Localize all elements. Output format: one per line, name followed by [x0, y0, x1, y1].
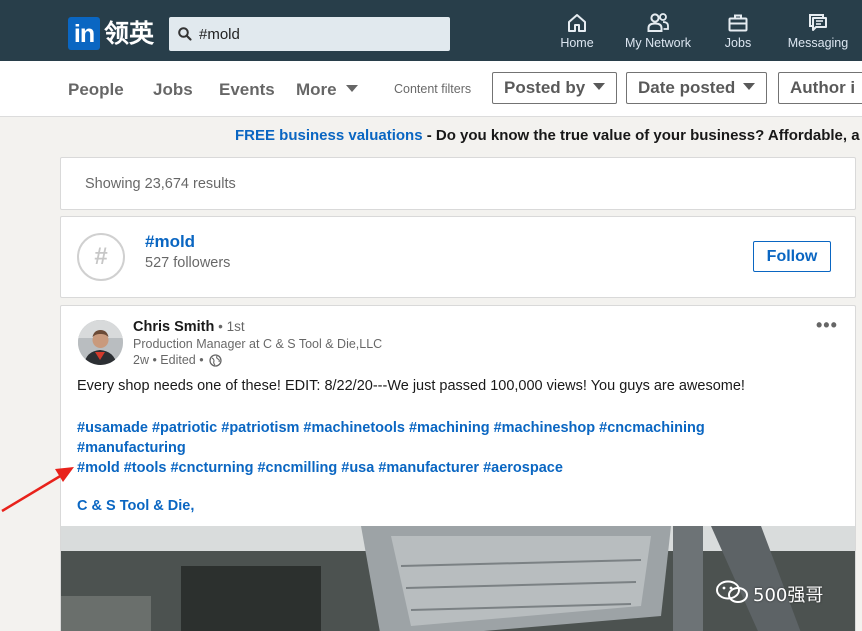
hashtag-line[interactable]: #manufacturing [77, 438, 757, 458]
ad-banner[interactable]: FREE business valuations - Do you know t… [235, 127, 860, 144]
search-icon [178, 27, 192, 41]
nav-messaging-label: Messaging [787, 36, 849, 50]
hashtag-icon: # [77, 233, 125, 281]
company-link[interactable]: C & S Tool & Die, [77, 498, 194, 514]
tab-jobs[interactable]: Jobs [153, 80, 193, 100]
caret-down-icon [345, 85, 358, 92]
hashtag-card: # #mold 527 followers Follow [60, 216, 856, 298]
nav-jobs[interactable]: Jobs [718, 12, 758, 58]
nav-my-network[interactable]: My Network [620, 12, 696, 58]
caret-down-icon [743, 83, 756, 90]
tab-events[interactable]: Events [219, 80, 275, 100]
post-meta: 2w • Edited • [133, 353, 222, 367]
global-nav: in 领英 Home My Network Jobs [0, 0, 862, 61]
globe-icon [209, 354, 222, 367]
avatar[interactable] [78, 320, 123, 365]
results-count-card: Showing 23,674 results [60, 157, 856, 210]
author-label: Author i [790, 78, 856, 97]
post-media[interactable] [61, 526, 855, 631]
posted-by-filter[interactable]: Posted by [492, 72, 618, 104]
search-box[interactable] [169, 17, 450, 51]
post-hashtags: #usamade #patriotic #patriotism #machine… [77, 418, 757, 478]
linkedin-logo[interactable]: in [68, 17, 100, 50]
messaging-icon [809, 14, 827, 31]
watermark-text: 500强哥 [753, 585, 824, 606]
more-options-icon[interactable]: ••• [816, 316, 838, 334]
avatar-image [78, 320, 123, 365]
date-posted-filter[interactable]: Date posted [626, 72, 768, 104]
tab-more[interactable]: More [296, 80, 358, 100]
ad-text: - Do you know the true value of your bus… [422, 127, 860, 144]
post-author-name: Chris Smith [133, 319, 215, 335]
content-filters-label: Content filters [394, 82, 472, 96]
annotation-arrow-icon [1, 467, 74, 513]
hashtag-name[interactable]: #mold [145, 232, 195, 252]
nav-messaging[interactable]: Messaging [784, 12, 852, 58]
posted-by-label: Posted by [504, 78, 586, 97]
tab-people[interactable]: People [68, 80, 124, 100]
home-icon [568, 14, 586, 32]
nav-my-network-label: My Network [625, 36, 691, 50]
machine-photo [61, 526, 855, 631]
author-filter[interactable]: Author i [778, 72, 862, 104]
tab-more-label: More [296, 80, 337, 99]
ad-link[interactable]: FREE business valuations [235, 127, 423, 144]
hashtag-line[interactable]: #mold #tools #cncturning #cncmilling #us… [77, 458, 757, 478]
post-text: Every shop needs one of these! EDIT: 8/2… [77, 378, 745, 394]
people-icon [647, 13, 669, 32]
nav-home[interactable]: Home [556, 12, 598, 58]
date-posted-label: Date posted [638, 78, 736, 97]
results-count: Showing 23,674 results [85, 176, 236, 192]
hashtag-line[interactable]: #usamade #patriotic #patriotism #machine… [77, 418, 757, 438]
post-author-title: Production Manager at C & S Tool & Die,L… [133, 337, 383, 351]
connection-degree: • 1st [214, 319, 245, 334]
linkedin-logo-cn[interactable]: 领英 [104, 18, 154, 50]
search-input[interactable] [197, 17, 442, 51]
follow-button[interactable]: Follow [753, 241, 831, 272]
search-filter-bar: People Jobs Events More Content filters … [0, 61, 862, 117]
nav-home-label: Home [560, 36, 594, 50]
post-time: 2w • Edited • [133, 353, 204, 367]
post-author[interactable]: Chris Smith • 1st [133, 319, 245, 335]
wechat-icon [716, 580, 748, 603]
caret-down-icon [593, 83, 606, 90]
nav-jobs-label: Jobs [724, 36, 752, 50]
hashtag-followers: 527 followers [145, 255, 231, 271]
briefcase-icon [728, 14, 748, 32]
